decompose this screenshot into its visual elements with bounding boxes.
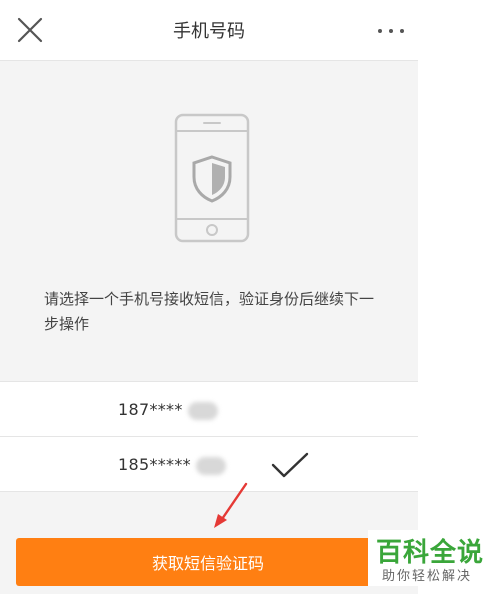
check-icon — [271, 452, 309, 478]
watermark-title: 百科全说 — [376, 538, 485, 568]
watermark-logo: 百科全说 助你轻松解决 — [368, 530, 492, 586]
more-icon — [378, 29, 404, 33]
redaction-blur — [188, 402, 218, 420]
phone-number-label: 185***** — [118, 455, 191, 474]
phone-number-label: 187**** — [118, 400, 183, 419]
instruction-text: 请选择一个手机号接收短信，验证身份后继续下一步操作 — [44, 290, 375, 333]
annotation-arrow-icon — [214, 482, 248, 528]
get-sms-code-button[interactable]: 获取短信验证码 — [16, 538, 400, 586]
hero-section: 请选择一个手机号接收短信，验证身份后继续下一步操作 — [0, 61, 418, 381]
page-title: 手机号码 — [173, 21, 245, 42]
phone-option-1[interactable]: 187**** — [0, 382, 418, 437]
phone-number-list: 187**** 185***** — [0, 381, 418, 492]
app-screen: 手机号码 请选择一个手机号接收短信，验证身份后继续下一步操作 187**** 1… — [0, 0, 418, 594]
nav-bar: 手机号码 — [0, 0, 418, 61]
watermark-subtitle: 助你轻松解决 — [382, 569, 473, 584]
phone-shield-icon — [174, 113, 250, 243]
more-button[interactable] — [374, 14, 408, 46]
redaction-blur — [196, 457, 226, 475]
